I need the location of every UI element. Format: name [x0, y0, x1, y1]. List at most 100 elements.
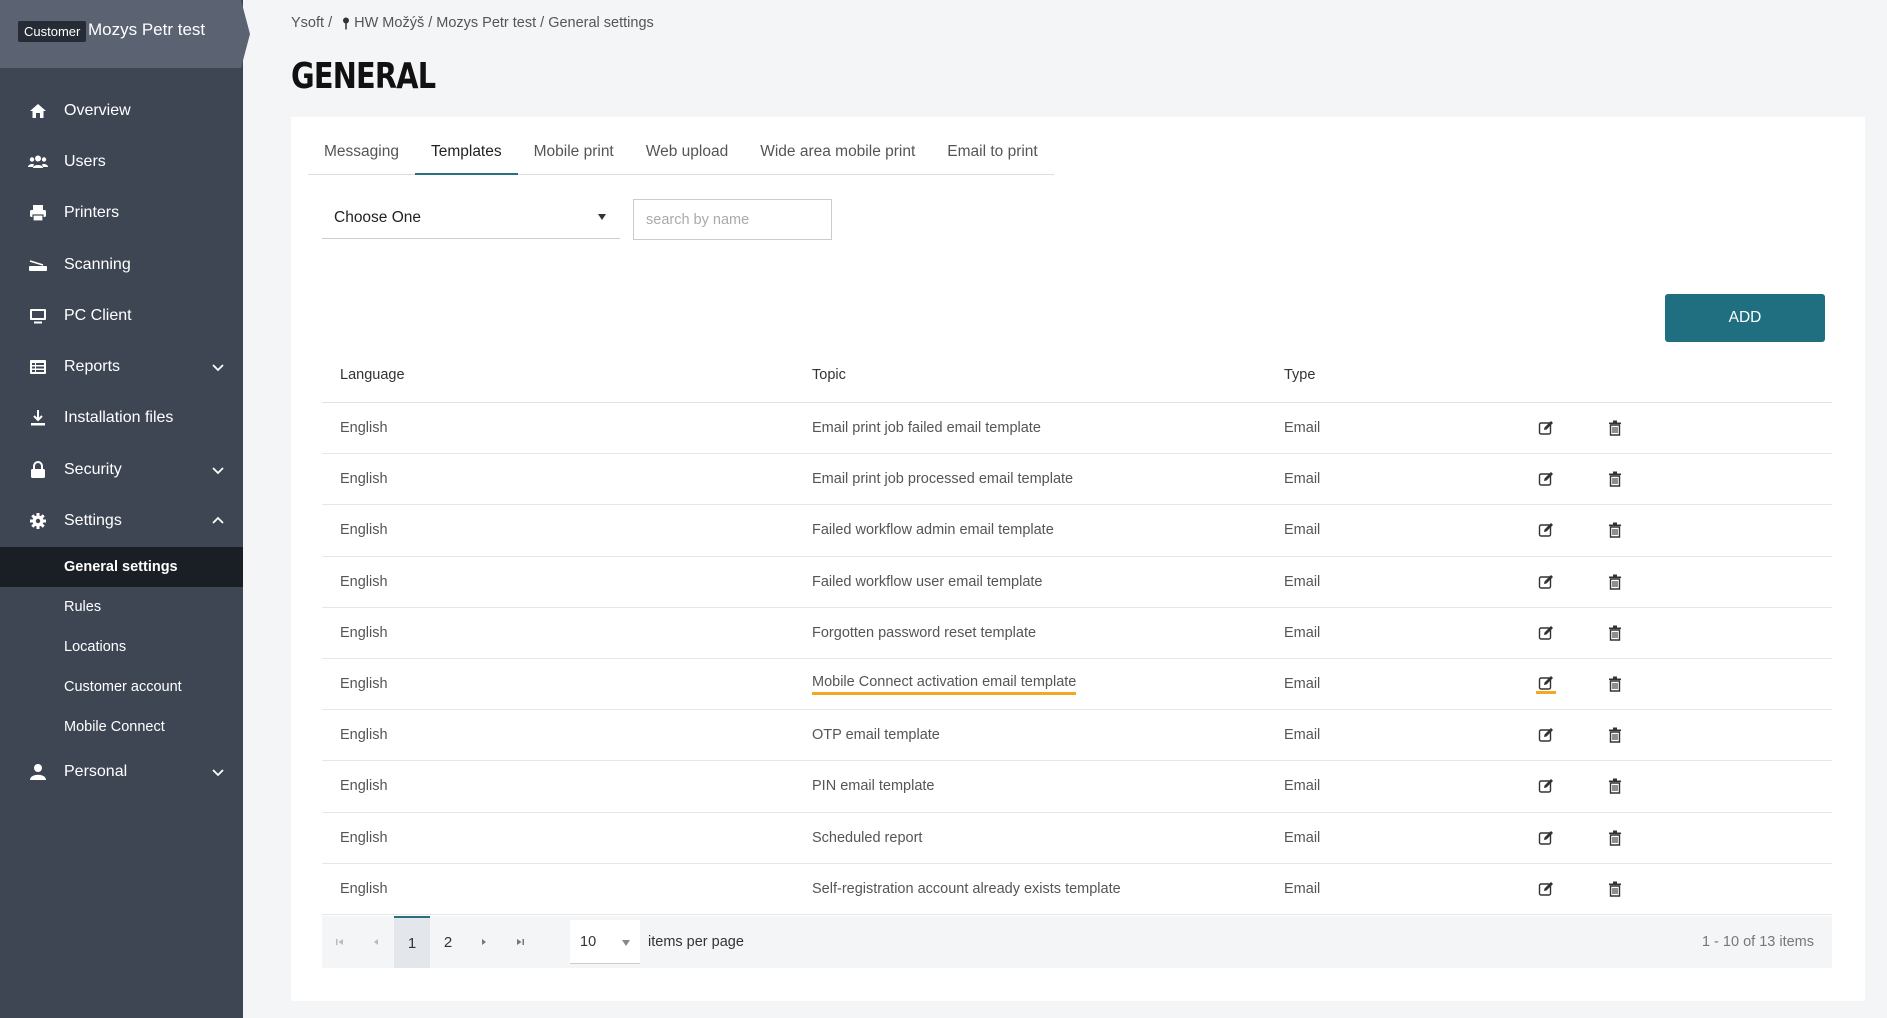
sidebar-item-printers[interactable]: Printers [0, 188, 243, 239]
chevron-down-icon[interactable] [211, 463, 225, 477]
edit-icon[interactable] [1536, 776, 1556, 796]
cell-topic[interactable]: Self-registration account already exists… [812, 881, 1121, 897]
lock-icon [28, 460, 48, 480]
templates-table: Language Topic Type English Email print j… [322, 347, 1832, 915]
cell-type: Email [1284, 573, 1321, 590]
home-icon [28, 101, 48, 121]
download-icon [28, 408, 48, 428]
trash-icon[interactable] [1605, 828, 1625, 848]
sidebar-subitem-customer-account[interactable]: Customer account [0, 667, 243, 707]
header-language[interactable]: Language [340, 367, 405, 383]
caret-down-icon [622, 940, 630, 946]
cell-language: English [340, 778, 388, 795]
tab-messaging[interactable]: Messaging [308, 131, 415, 174]
reports-icon [28, 357, 48, 377]
edit-icon[interactable] [1536, 572, 1556, 592]
chevron-down-icon[interactable] [211, 360, 225, 374]
breadcrumb-org[interactable]: HW Možýš [354, 15, 424, 31]
cell-language: English [340, 420, 388, 437]
sidebar-subitem-rules[interactable]: Rules [0, 587, 243, 627]
breadcrumb-current: General settings [548, 15, 654, 31]
cell-topic[interactable]: Scheduled report [812, 830, 922, 846]
chevron-down-icon[interactable] [211, 765, 225, 779]
edit-icon[interactable] [1536, 520, 1556, 540]
trash-icon[interactable] [1605, 418, 1625, 438]
sidebar-item-users[interactable]: Users [0, 136, 243, 187]
sidebar-subitem-locations[interactable]: Locations [0, 627, 243, 667]
edit-icon[interactable] [1536, 418, 1556, 438]
cell-topic[interactable]: Failed workflow user email template [812, 574, 1042, 590]
sidebar-item-reports[interactable]: Reports [0, 341, 243, 392]
cell-topic[interactable]: Forgotten password reset template [812, 625, 1036, 641]
tab-bar: Messaging Templates Mobile print Web upl… [308, 131, 1054, 175]
breadcrumb-root[interactable]: Ysoft / [291, 15, 332, 31]
cell-language: English [340, 727, 388, 744]
tab-mobile-print[interactable]: Mobile print [518, 131, 630, 174]
cell-topic[interactable]: Mobile Connect activation email template [812, 674, 1077, 695]
sidebar-item-pc-client[interactable]: PC Client [0, 290, 243, 341]
chevron-up-icon[interactable] [211, 514, 225, 528]
table-row: English Email print job processed email t… [322, 454, 1832, 506]
cell-topic[interactable]: Email print job failed email template [812, 420, 1041, 436]
sidebar-subitem-general-settings[interactable]: General settings [0, 546, 243, 587]
edit-icon[interactable] [1536, 725, 1556, 745]
trash-icon[interactable] [1605, 725, 1625, 745]
edit-icon[interactable] [1536, 623, 1556, 643]
table-header: Language Topic Type [322, 347, 1832, 403]
page-2[interactable]: 2 [430, 916, 466, 968]
trash-icon[interactable] [1605, 469, 1625, 489]
per-page-select[interactable]: 10 [570, 920, 640, 964]
tab-email-to-print[interactable]: Email to print [931, 131, 1053, 174]
add-button[interactable]: ADD [1665, 294, 1825, 342]
prev-page-icon[interactable] [358, 916, 394, 968]
per-page-value: 10 [580, 933, 597, 950]
type-select-value: Choose One [334, 208, 422, 226]
sidebar-item-label: Printers [64, 204, 120, 222]
sidebar-item-label: Reports [64, 358, 121, 376]
page-1[interactable]: 1 [394, 916, 430, 968]
trash-icon[interactable] [1605, 776, 1625, 796]
cell-topic[interactable]: OTP email template [812, 727, 940, 743]
tab-templates[interactable]: Templates [414, 131, 518, 175]
next-page-icon[interactable] [466, 916, 502, 968]
trash-icon[interactable] [1605, 520, 1625, 540]
cell-topic[interactable]: Email print job processed email template [812, 471, 1073, 487]
trash-icon[interactable] [1605, 572, 1625, 592]
edit-icon[interactable] [1536, 879, 1556, 899]
sidebar-item-overview[interactable]: Overview [0, 85, 243, 136]
edit-icon[interactable] [1536, 828, 1556, 848]
search-input[interactable] [633, 199, 832, 240]
cell-type: Email [1284, 829, 1321, 846]
sidebar-item-settings[interactable]: Settings [0, 495, 243, 546]
first-page-icon[interactable] [322, 916, 358, 968]
sidebar-subitem-mobile-connect[interactable]: Mobile Connect [0, 707, 243, 747]
customer-name[interactable]: Mozys Petr test [88, 20, 205, 40]
table-row: English Email print job failed email temp… [322, 403, 1832, 455]
last-page-icon[interactable] [502, 916, 538, 968]
sidebar-item-installation-files[interactable]: Installation files [0, 393, 243, 444]
breadcrumb-separator: / [540, 15, 545, 31]
cell-topic[interactable]: Failed workflow admin email template [812, 522, 1054, 538]
header-topic[interactable]: Topic [812, 367, 846, 383]
type-select[interactable]: Choose One [322, 197, 620, 239]
sidebar: Customer Mozys Petr test Overview Users … [0, 0, 250, 1018]
sidebar-item-scanning[interactable]: Scanning [0, 239, 243, 290]
page-title: GENERAL [291, 56, 436, 97]
trash-icon[interactable] [1605, 674, 1625, 694]
cell-topic[interactable]: PIN email template [812, 778, 935, 794]
header-type[interactable]: Type [1284, 367, 1315, 383]
cell-type: Email [1284, 778, 1321, 795]
sidebar-item-label: Security [64, 460, 122, 478]
tab-web-upload[interactable]: Web upload [630, 131, 744, 174]
sidebar-item-security[interactable]: Security [0, 444, 243, 495]
edit-icon[interactable] [1536, 469, 1556, 489]
edit-icon[interactable] [1536, 674, 1556, 695]
tab-wide-area-mobile-print[interactable]: Wide area mobile print [744, 131, 931, 174]
printer-icon [28, 203, 48, 223]
sidebar-item-personal[interactable]: Personal [0, 747, 243, 798]
cell-language: English [340, 573, 388, 590]
trash-icon[interactable] [1605, 879, 1625, 899]
breadcrumb-customer[interactable]: Mozys Petr test [436, 15, 536, 31]
trash-icon[interactable] [1605, 623, 1625, 643]
cell-language: English [340, 522, 388, 539]
